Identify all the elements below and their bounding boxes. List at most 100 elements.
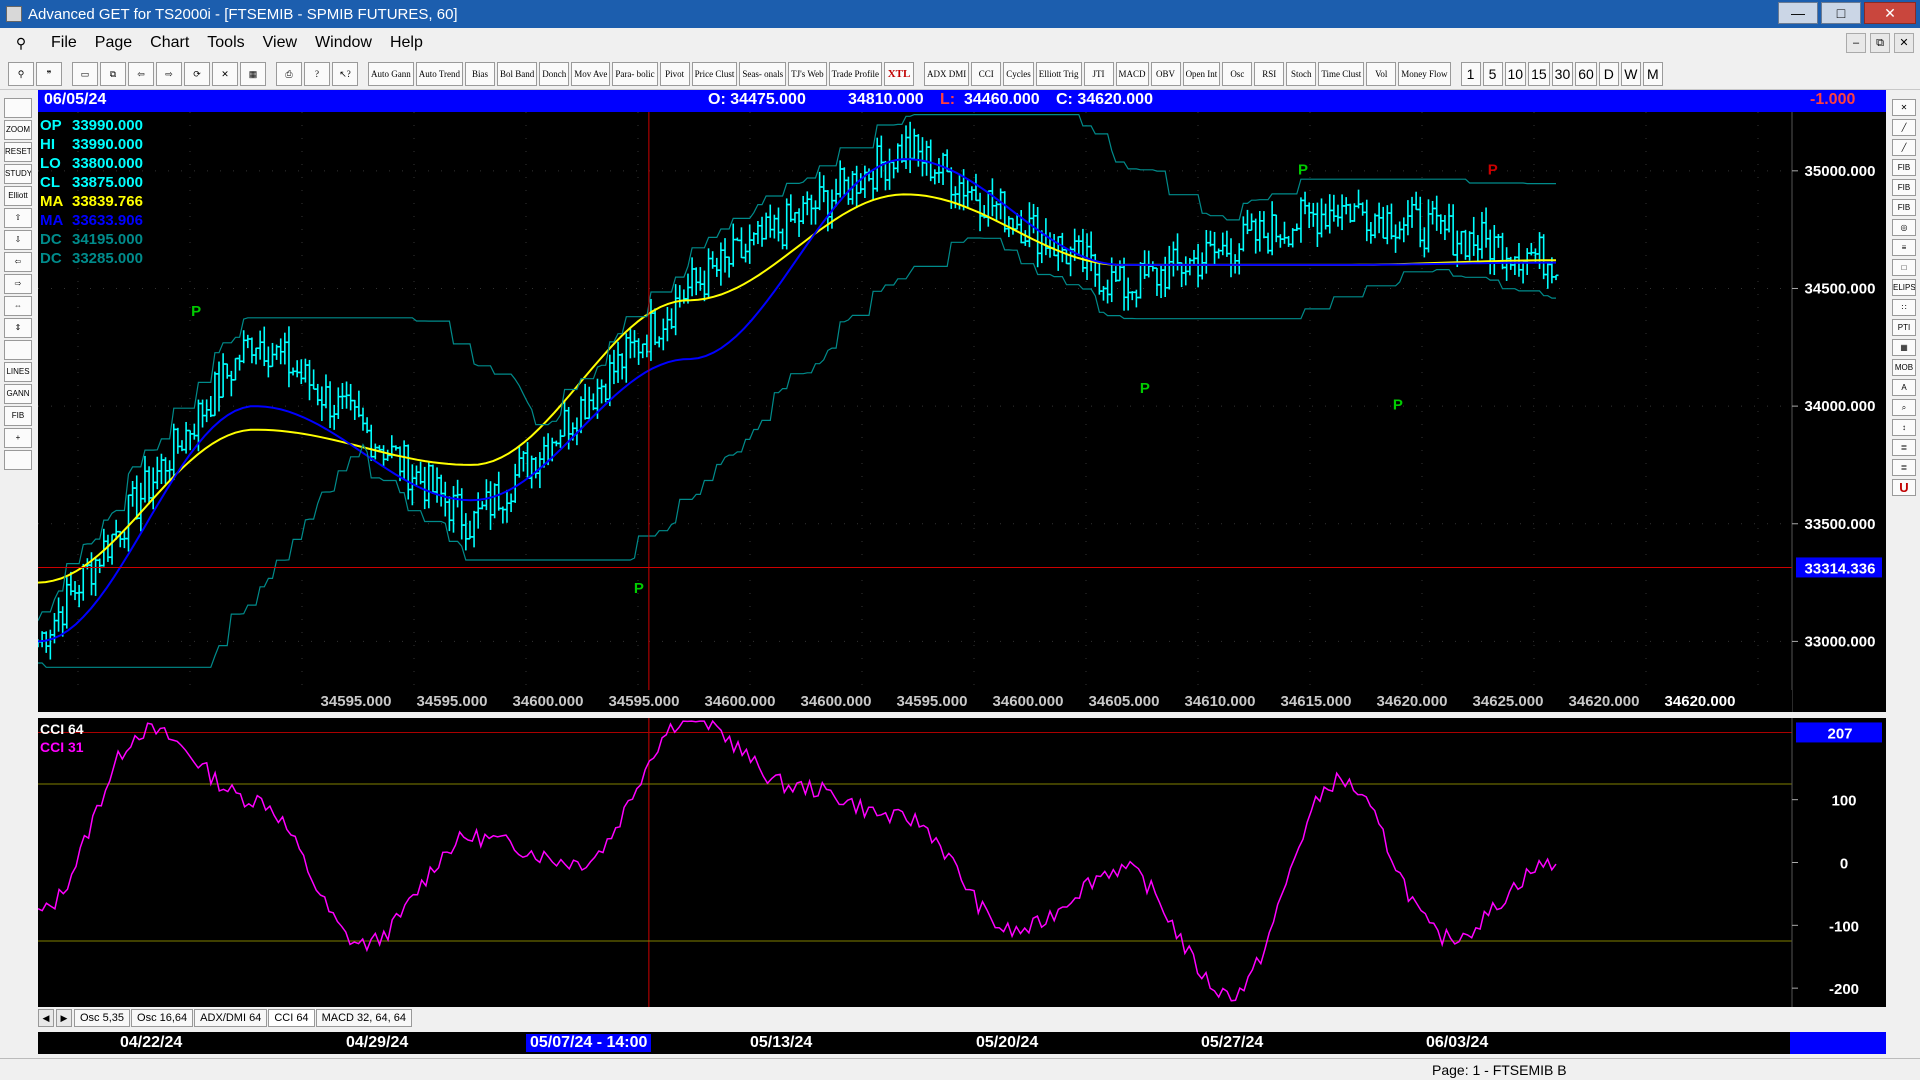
menu-page[interactable]: Page xyxy=(95,34,132,52)
right-tool-button[interactable]: ▦ xyxy=(1892,339,1916,356)
oscillator-button[interactable]: Time Clust xyxy=(1318,61,1365,86)
menu-view[interactable]: View xyxy=(263,34,297,52)
maximize-button[interactable]: □ xyxy=(1821,2,1861,24)
new-page-icon[interactable]: ▭ xyxy=(72,61,98,86)
study-button[interactable]: Bol Band xyxy=(497,61,538,86)
period-button[interactable]: 1 xyxy=(1460,61,1481,86)
chart-area[interactable]: 35000.000 34500.000 34000.000 33500.000 3300… xyxy=(38,112,1886,1010)
tab-scroll-left[interactable]: ◀ xyxy=(38,1009,54,1027)
study-button[interactable]: Mov Ave xyxy=(571,61,611,86)
left-tool-button[interactable]: GANN xyxy=(4,384,32,404)
period-button[interactable]: 10 xyxy=(1504,61,1527,86)
left-tool-button[interactable]: RESET xyxy=(4,142,32,162)
study-button[interactable]: Bias xyxy=(465,61,496,86)
period-button[interactable]: W xyxy=(1620,61,1641,86)
right-tool-button[interactable]: FIB RET xyxy=(1892,159,1916,176)
right-tool-button[interactable]: ≣ xyxy=(1892,459,1916,476)
oscillator-button[interactable]: CCI xyxy=(971,61,1002,86)
study-button[interactable]: Auto Trend xyxy=(415,61,464,86)
forward-icon[interactable]: ⇨ xyxy=(156,61,182,86)
left-tool-button[interactable]: ⇧ xyxy=(4,208,32,228)
period-button[interactable]: 15 xyxy=(1528,61,1550,86)
left-tool-button[interactable] xyxy=(4,450,32,470)
delete-icon[interactable]: ✕ xyxy=(212,61,238,86)
menu-help[interactable]: Help xyxy=(390,34,423,52)
copy-icon[interactable]: ⧉ xyxy=(100,61,126,86)
tab-scroll-right[interactable]: ▶ xyxy=(56,1009,72,1027)
menu-tools[interactable]: Tools xyxy=(207,34,244,52)
right-tool-button[interactable]: ╱ xyxy=(1892,139,1916,156)
study-button[interactable]: Trade Profile xyxy=(828,61,883,86)
tab-adx-dmi[interactable]: ADX/DMI 64 xyxy=(194,1009,268,1027)
left-tool-button[interactable]: FIB xyxy=(4,406,32,426)
period-button[interactable]: D xyxy=(1598,61,1619,86)
tab-cci[interactable]: CCI 64 xyxy=(268,1009,315,1027)
left-tool-button[interactable]: ⇦ xyxy=(4,252,32,272)
oscillator-button[interactable]: JTI xyxy=(1083,61,1114,86)
close-button[interactable]: ✕ xyxy=(1864,2,1916,24)
refresh-icon[interactable]: ⟳ xyxy=(184,61,210,86)
pin-icon[interactable]: ⚲ xyxy=(8,61,34,86)
right-tool-button[interactable]: A xyxy=(1892,379,1916,396)
oscillator-button[interactable]: Cycles xyxy=(1003,61,1034,86)
print-icon[interactable]: ⎙ xyxy=(276,61,302,86)
back-icon[interactable]: ⇦ xyxy=(128,61,154,86)
oscillator-button[interactable]: OBV xyxy=(1150,61,1181,86)
help-icon[interactable]: ? xyxy=(304,61,330,86)
left-tool-button[interactable]: ZOOM xyxy=(4,120,32,140)
menu-file[interactable]: File xyxy=(51,34,77,52)
study-button[interactable]: XTL xyxy=(884,61,915,86)
oscillator-button[interactable]: RSI xyxy=(1254,61,1285,86)
left-tool-button[interactable] xyxy=(4,98,32,118)
left-tool-button[interactable]: STUDY xyxy=(4,164,32,184)
right-tool-button[interactable]: ELIPS xyxy=(1892,279,1916,296)
right-tool-button[interactable]: ↕ xyxy=(1892,419,1916,436)
right-tool-button[interactable]: □ xyxy=(1892,259,1916,276)
menu-system-icon[interactable]: ⚲ xyxy=(0,28,42,58)
context-help-icon[interactable]: ↖? xyxy=(332,61,358,86)
study-button[interactable]: TJ's Web xyxy=(788,61,827,86)
oscillator-button[interactable]: Elliott Trig xyxy=(1035,61,1082,86)
right-tool-button[interactable]: ≡ xyxy=(1892,239,1916,256)
right-tool-button[interactable]: ✕ xyxy=(1892,99,1916,116)
right-tool-button[interactable]: MOB xyxy=(1892,359,1916,376)
left-tool-button[interactable]: ⇔ xyxy=(4,296,32,316)
period-button[interactable]: 60 xyxy=(1575,61,1597,86)
right-tool-button[interactable]: U xyxy=(1892,479,1916,496)
menu-chart[interactable]: Chart xyxy=(150,34,189,52)
oscillator-button[interactable]: Money Flow xyxy=(1398,61,1451,86)
study-button[interactable]: Pivot xyxy=(659,61,690,86)
right-tool-button[interactable]: ⌕ xyxy=(1892,399,1916,416)
left-tool-button[interactable]: LINES xyxy=(4,362,32,382)
period-button[interactable]: M xyxy=(1642,61,1663,86)
period-button[interactable]: 30 xyxy=(1551,61,1574,86)
left-tool-button[interactable]: Elliott xyxy=(4,186,32,206)
mdi-close-button[interactable]: ✕ xyxy=(1894,33,1914,53)
oscillator-button[interactable]: Vol xyxy=(1366,61,1397,86)
tab-osc-5-35[interactable]: Osc 5,35 xyxy=(74,1009,131,1027)
right-tool-button[interactable]: ◎ xyxy=(1892,219,1916,236)
left-tool-button[interactable]: ⇩ xyxy=(4,230,32,250)
chart-svg[interactable]: 35000.000 34500.000 34000.000 33500.000 3300… xyxy=(38,112,1886,1010)
study-button[interactable]: Donch xyxy=(539,61,570,86)
oscillator-button[interactable]: Osc xyxy=(1222,61,1253,86)
mdi-restore-button[interactable]: ⧉ xyxy=(1870,33,1890,53)
tab-macd[interactable]: MACD 32, 64, 64 xyxy=(315,1009,412,1027)
right-tool-button[interactable]: ≣ xyxy=(1892,439,1916,456)
right-tool-button[interactable]: ╱ xyxy=(1892,119,1916,136)
period-button[interactable]: 5 xyxy=(1482,61,1503,86)
study-button[interactable]: Auto Gann xyxy=(368,61,414,86)
study-button[interactable]: Seas- onals xyxy=(739,61,787,86)
left-tool-button[interactable]: + xyxy=(4,428,32,448)
tab-osc-16-64[interactable]: Osc 16,64 xyxy=(131,1009,194,1027)
right-tool-button[interactable]: PTI xyxy=(1892,319,1916,336)
right-tool-button[interactable]: FIB TIME xyxy=(1892,199,1916,216)
quote-icon[interactable]: ❞ xyxy=(36,61,62,86)
oscillator-button[interactable]: Stoch xyxy=(1286,61,1317,86)
left-tool-button[interactable] xyxy=(4,340,32,360)
right-tool-button[interactable]: FIB EXT xyxy=(1892,179,1916,196)
study-button[interactable]: Price Clust xyxy=(691,61,738,86)
oscillator-button[interactable]: MACD xyxy=(1115,61,1149,86)
left-tool-button[interactable]: ⇨ xyxy=(4,274,32,294)
grid-icon[interactable]: ▦ xyxy=(240,61,266,86)
